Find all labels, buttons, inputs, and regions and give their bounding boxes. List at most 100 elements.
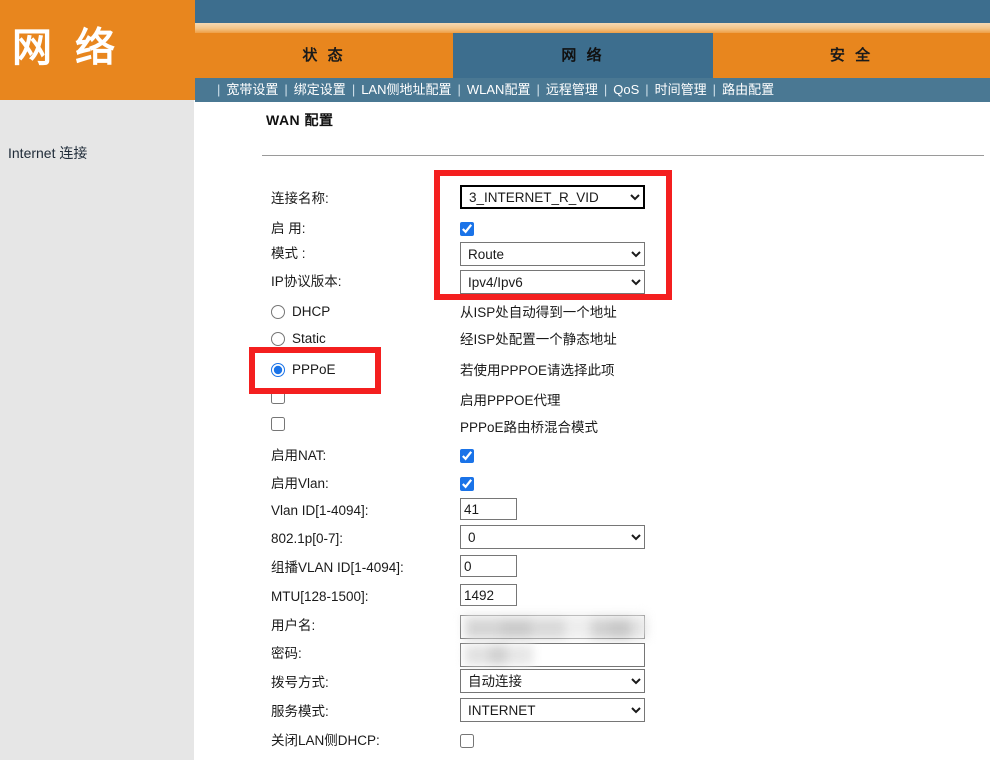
page-title: WAN 配置 bbox=[266, 112, 334, 128]
label-mode: 模式 : bbox=[271, 246, 306, 261]
row-pppoe-proxy: 启用PPPOE代理 bbox=[194, 390, 990, 418]
left-sidebar: Internet 连接 bbox=[0, 100, 194, 760]
static-radio[interactable] bbox=[271, 332, 285, 346]
username-redaction bbox=[453, 614, 653, 641]
enable-nat-checkbox[interactable] bbox=[460, 448, 474, 463]
label-service-mode: 服务模式: bbox=[271, 704, 329, 719]
subnav-separator: | bbox=[351, 82, 356, 97]
main-tabbar: 状 态 网 络 安 全 bbox=[195, 33, 990, 78]
subnav-separator: | bbox=[536, 82, 540, 97]
subnav-item-lan-address[interactable]: LAN侧地址配置 bbox=[361, 82, 451, 97]
tab-network[interactable]: 网 络 bbox=[453, 33, 713, 78]
subnav-item-broadband[interactable]: 宽带设置 bbox=[226, 82, 278, 97]
pppoe-proxy-checkbox[interactable] bbox=[271, 390, 285, 404]
label-enable-vlan: 启用Vlan: bbox=[271, 476, 329, 491]
desc-pppoe: 若使用PPPOE请选择此项 bbox=[460, 363, 615, 378]
subnav-item-remote-mgmt[interactable]: 远程管理 bbox=[546, 82, 598, 97]
row-pppoe-bridge-mix: PPPoE路由桥混合模式 bbox=[194, 417, 990, 445]
subnav-separator: | bbox=[712, 82, 717, 97]
desc-dhcp: 从ISP处自动得到一个地址 bbox=[460, 305, 617, 320]
dot1p-select[interactable]: 0 bbox=[460, 525, 645, 549]
brand-logo-panel: 网 络 bbox=[0, 0, 195, 100]
desc-pppoe-proxy: 启用PPPOE代理 bbox=[460, 393, 561, 408]
label-static: Static bbox=[292, 331, 326, 346]
row-static: Static 经ISP处配置一个静态地址 bbox=[194, 329, 990, 357]
brand-title: 网 络 bbox=[12, 26, 122, 70]
pppoe-proxy-wrap[interactable] bbox=[271, 390, 285, 404]
dhcp-radio[interactable] bbox=[271, 305, 285, 319]
subnav-separator: | bbox=[217, 82, 221, 97]
main-content: WAN 配置 连接名称: 3_INTERNET_R_VID 启 用: 模式 : … bbox=[194, 102, 990, 760]
dhcp-radio-wrap[interactable]: DHCP bbox=[271, 302, 330, 322]
row-mtu: MTU[128-1500]: bbox=[194, 584, 990, 614]
subnav-separator: | bbox=[645, 82, 649, 97]
label-enable-nat: 启用NAT: bbox=[271, 448, 327, 463]
label-dhcp: DHCP bbox=[292, 304, 331, 319]
row-dial-mode: 拨号方式: 自动连接 bbox=[194, 669, 990, 700]
connection-name-select[interactable]: 3_INTERNET_R_VID bbox=[460, 185, 645, 209]
subnav-item-routing[interactable]: 路由配置 bbox=[722, 82, 774, 97]
service-mode-select[interactable]: INTERNET bbox=[460, 698, 645, 722]
row-multicast-vlan-id: 组播VLAN ID[1-4094]: bbox=[194, 555, 990, 585]
subnav-separator: | bbox=[603, 82, 608, 97]
disable-lan-dhcp-checkbox[interactable] bbox=[460, 733, 474, 748]
row-dot1p: 802.1p[0-7]: 0 bbox=[194, 525, 990, 556]
label-dial-mode: 拨号方式: bbox=[271, 675, 329, 690]
sidebar-item-internet-connection[interactable]: Internet 连接 bbox=[8, 143, 87, 163]
pppoe-bridge-mix-checkbox[interactable] bbox=[271, 417, 285, 431]
pppoe-radio-wrap[interactable]: PPPoE bbox=[271, 360, 336, 380]
row-mode: 模式 : Route bbox=[194, 242, 990, 271]
row-username: 用户名: bbox=[194, 614, 990, 643]
subnav-item-qos[interactable]: QoS bbox=[613, 82, 639, 97]
row-enable-vlan: 启用Vlan: bbox=[194, 473, 990, 501]
label-ip-version: IP协议版本: bbox=[271, 274, 342, 289]
desc-pppoe-bridge-mix: PPPoE路由桥混合模式 bbox=[460, 420, 599, 435]
row-dhcp: DHCP 从ISP处自动得到一个地址 bbox=[194, 302, 990, 330]
label-mtu: MTU[128-1500]: bbox=[271, 589, 369, 604]
ip-version-select[interactable]: Ipv4/Ipv6 bbox=[460, 270, 645, 294]
desc-static: 经ISP处配置一个静态地址 bbox=[460, 332, 617, 347]
tab-status[interactable]: 状 态 bbox=[195, 33, 453, 78]
dial-mode-select[interactable]: 自动连接 bbox=[460, 669, 645, 693]
title-divider bbox=[262, 155, 984, 156]
label-disable-lan-dhcp: 关闭LAN侧DHCP: bbox=[271, 733, 380, 748]
router-admin-page: 网 络 状 态 网 络 安 全 | 宽带设置 | 绑定设置 | LAN侧地址配置 | WLAN… bbox=[0, 0, 990, 760]
row-enable-nat: 启用NAT: bbox=[194, 445, 990, 473]
multicast-vlan-id-input[interactable] bbox=[460, 555, 517, 577]
row-password: 密码: bbox=[194, 643, 990, 671]
label-username: 用户名: bbox=[271, 618, 316, 633]
row-vlan-id: Vlan ID[1-4094]: bbox=[194, 498, 990, 528]
enable-checkbox[interactable] bbox=[460, 221, 474, 236]
row-ip-version: IP协议版本: Ipv4/Ipv6 bbox=[194, 270, 990, 299]
header-top-strip bbox=[195, 0, 990, 23]
label-dot1p: 802.1p[0-7]: bbox=[271, 531, 344, 546]
pppoe-radio[interactable] bbox=[271, 363, 285, 377]
page-header: 网 络 状 态 网 络 安 全 | 宽带设置 | 绑定设置 | LAN侧地址配置 | WLAN… bbox=[0, 0, 990, 102]
static-radio-wrap[interactable]: Static bbox=[271, 329, 326, 349]
subnav-item-binding[interactable]: 绑定设置 bbox=[294, 82, 346, 97]
pppoe-bridge-mix-wrap[interactable] bbox=[271, 417, 285, 431]
subnav-separator: | bbox=[457, 82, 461, 97]
label-enable: 启 用: bbox=[271, 221, 306, 236]
label-multicast-vlan-id: 组播VLAN ID[1-4094]: bbox=[271, 560, 404, 575]
label-vlan-id: Vlan ID[1-4094]: bbox=[271, 503, 369, 518]
mtu-input[interactable] bbox=[460, 584, 517, 606]
mode-select[interactable]: Route bbox=[460, 242, 645, 266]
password-redaction bbox=[453, 642, 563, 669]
username-input[interactable] bbox=[460, 614, 647, 639]
subnav-item-time-mgmt[interactable]: 时间管理 bbox=[655, 82, 707, 97]
label-pppoe: PPPoE bbox=[292, 362, 336, 377]
password-input[interactable] bbox=[460, 643, 645, 667]
vlan-id-input[interactable] bbox=[460, 498, 517, 520]
tab-security[interactable]: 安 全 bbox=[713, 33, 990, 78]
sub-navigation: | 宽带设置 | 绑定设置 | LAN侧地址配置 | WLAN配置 | 远程管理 | QoS | 时间管理… bbox=[195, 78, 990, 102]
subnav-separator: | bbox=[284, 82, 288, 97]
header-gradient-strip bbox=[195, 23, 990, 33]
subnav-item-wlan[interactable]: WLAN配置 bbox=[467, 82, 531, 97]
row-pppoe: PPPoE 若使用PPPOE请选择此项 bbox=[194, 360, 990, 388]
row-connection-name: 连接名称: 3_INTERNET_R_VID bbox=[194, 185, 990, 216]
row-disable-lan-dhcp: 关闭LAN侧DHCP: bbox=[194, 730, 990, 758]
row-service-mode: 服务模式: INTERNET bbox=[194, 698, 990, 729]
label-connection-name: 连接名称: bbox=[271, 191, 329, 206]
enable-vlan-checkbox[interactable] bbox=[460, 476, 474, 491]
